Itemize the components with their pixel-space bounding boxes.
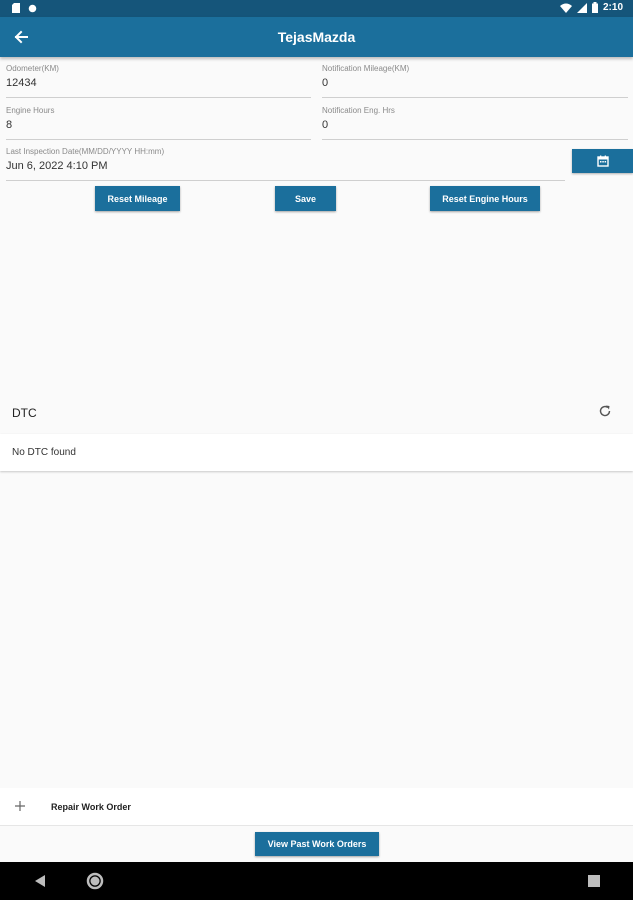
repair-work-order-label: Repair Work Order: [51, 802, 131, 812]
status-bar: 2:10: [0, 0, 633, 17]
dtc-heading: DTC: [12, 406, 37, 420]
system-navigation-bar: [0, 862, 633, 900]
app-bar: TejasMazda: [0, 17, 633, 57]
notification-eng-hrs-label: Notification Eng. Hrs: [322, 106, 395, 115]
notification-eng-hrs-value: 0: [322, 119, 329, 131]
engine-hours-label: Engine Hours: [6, 106, 55, 115]
reset-mileage-button[interactable]: Reset Mileage: [95, 186, 180, 211]
signal-icon: [576, 2, 587, 13]
dtc-empty-message: No DTC found: [12, 447, 76, 458]
status-time: 2:10: [602, 2, 623, 13]
last-inspection-value: Jun 6, 2022 4:10 PM: [6, 160, 108, 172]
date-picker-button[interactable]: [572, 149, 633, 173]
nav-back-icon[interactable]: [33, 874, 47, 888]
nav-home-icon[interactable]: [86, 872, 104, 890]
notification-mileage-field[interactable]: Notification Mileage(KM) 0: [322, 64, 628, 98]
odometer-label: Odometer(KM): [6, 64, 59, 73]
save-button[interactable]: Save: [275, 186, 336, 211]
dtc-list: No DTC found: [0, 434, 633, 471]
wifi-icon: [559, 3, 572, 13]
plus-icon: [15, 801, 25, 811]
odometer-value: 12434: [6, 77, 37, 89]
odometer-field[interactable]: Odometer(KM) 12434: [6, 64, 311, 98]
page-title: TejasMazda: [277, 29, 356, 45]
reset-engine-hours-button[interactable]: Reset Engine Hours: [430, 186, 540, 211]
sd-card-icon: [12, 3, 20, 13]
last-inspection-label: Last Inspection Date(MM/DD/YYYY HH:mm): [6, 147, 165, 156]
last-inspection-field[interactable]: Last Inspection Date(MM/DD/YYYY HH:mm) J…: [6, 147, 565, 181]
notification-mileage-value: 0: [322, 77, 329, 89]
notification-eng-hrs-field[interactable]: Notification Eng. Hrs 0: [322, 106, 628, 140]
calendar-icon: [596, 155, 609, 167]
view-past-work-orders-button[interactable]: View Past Work Orders: [255, 832, 379, 856]
refresh-icon[interactable]: [598, 404, 612, 418]
engine-hours-value: 8: [6, 119, 13, 131]
sync-icon: [28, 4, 37, 12]
engine-hours-field[interactable]: Engine Hours 8: [6, 106, 311, 140]
nav-recents-icon[interactable]: [588, 875, 600, 887]
battery-icon: [591, 2, 598, 13]
repair-work-order-row[interactable]: Repair Work Order: [0, 788, 633, 826]
notification-mileage-label: Notification Mileage(KM): [322, 64, 410, 73]
